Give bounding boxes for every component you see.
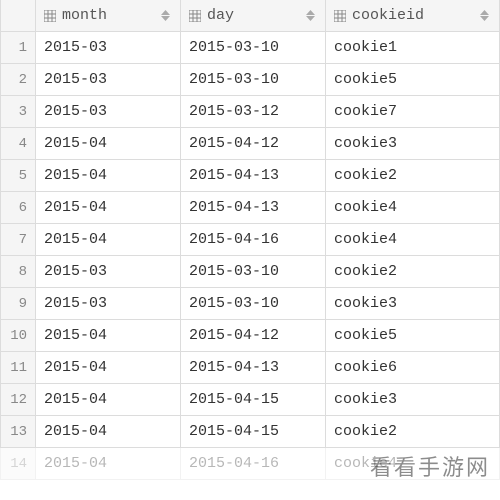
cell-cookieid[interactable]: cookie2: [326, 160, 500, 192]
cell-cookieid[interactable]: cookie6: [326, 352, 500, 384]
cell-month[interactable]: 2015-04: [36, 448, 181, 480]
cell-day[interactable]: 2015-04-12: [181, 320, 326, 352]
watermark-text: 看看手游网: [370, 450, 490, 482]
row-number[interactable]: 1: [0, 32, 36, 64]
cell-day[interactable]: 2015-04-13: [181, 160, 326, 192]
cell-day[interactable]: 2015-03-10: [181, 256, 326, 288]
data-table: month day: [0, 0, 500, 480]
column-header-month[interactable]: month: [36, 0, 181, 32]
column-header-day[interactable]: day: [181, 0, 326, 32]
cell-day[interactable]: 2015-04-15: [181, 416, 326, 448]
cell-cookieid[interactable]: cookie4: [326, 192, 500, 224]
cell-month[interactable]: 2015-04: [36, 224, 181, 256]
row-number[interactable]: 4: [0, 128, 36, 160]
cell-cookieid[interactable]: cookie4: [326, 224, 500, 256]
cell-month[interactable]: 2015-04: [36, 352, 181, 384]
cell-day[interactable]: 2015-03-10: [181, 64, 326, 96]
row-number[interactable]: 5: [0, 160, 36, 192]
cell-day[interactable]: 2015-04-13: [181, 192, 326, 224]
row-number[interactable]: 6: [0, 192, 36, 224]
table-icon: [334, 10, 346, 22]
sort-icon[interactable]: [161, 10, 170, 21]
column-header-label: cookieid: [352, 7, 424, 24]
cell-month[interactable]: 2015-03: [36, 96, 181, 128]
column-header-label: month: [62, 7, 107, 24]
cell-month[interactable]: 2015-04: [36, 128, 181, 160]
row-number[interactable]: 8: [0, 256, 36, 288]
column-header-label: day: [207, 7, 234, 24]
cell-cookieid[interactable]: cookie3: [326, 384, 500, 416]
row-number[interactable]: 3: [0, 96, 36, 128]
row-number[interactable]: 14: [0, 448, 36, 480]
row-number[interactable]: 13: [0, 416, 36, 448]
cell-month[interactable]: 2015-04: [36, 160, 181, 192]
cell-month[interactable]: 2015-03: [36, 256, 181, 288]
cell-month[interactable]: 2015-03: [36, 288, 181, 320]
cell-day[interactable]: 2015-04-16: [181, 448, 326, 480]
cell-month[interactable]: 2015-04: [36, 192, 181, 224]
cell-cookieid[interactable]: cookie5: [326, 64, 500, 96]
row-number[interactable]: 7: [0, 224, 36, 256]
row-number[interactable]: 10: [0, 320, 36, 352]
cell-day[interactable]: 2015-03-10: [181, 32, 326, 64]
table-icon: [44, 10, 56, 22]
cell-cookieid[interactable]: cookie3: [326, 288, 500, 320]
cell-day[interactable]: 2015-04-13: [181, 352, 326, 384]
cell-month[interactable]: 2015-04: [36, 320, 181, 352]
sort-icon[interactable]: [480, 10, 489, 21]
cell-cookieid[interactable]: cookie7: [326, 96, 500, 128]
cell-day[interactable]: 2015-03-12: [181, 96, 326, 128]
column-header-cookieid[interactable]: cookieid: [326, 0, 500, 32]
cell-month[interactable]: 2015-03: [36, 32, 181, 64]
table-icon: [189, 10, 201, 22]
row-number[interactable]: 12: [0, 384, 36, 416]
sort-icon[interactable]: [306, 10, 315, 21]
cell-day[interactable]: 2015-03-10: [181, 288, 326, 320]
cell-day[interactable]: 2015-04-15: [181, 384, 326, 416]
cell-month[interactable]: 2015-04: [36, 416, 181, 448]
cell-cookieid[interactable]: cookie5: [326, 320, 500, 352]
cell-cookieid[interactable]: cookie2: [326, 416, 500, 448]
cell-cookieid[interactable]: cookie2: [326, 256, 500, 288]
row-number[interactable]: 9: [0, 288, 36, 320]
row-number[interactable]: 2: [0, 64, 36, 96]
cell-cookieid[interactable]: cookie3: [326, 128, 500, 160]
cell-cookieid[interactable]: cookie1: [326, 32, 500, 64]
cell-month[interactable]: 2015-04: [36, 384, 181, 416]
cell-day[interactable]: 2015-04-16: [181, 224, 326, 256]
cell-day[interactable]: 2015-04-12: [181, 128, 326, 160]
row-number[interactable]: 11: [0, 352, 36, 384]
cell-month[interactable]: 2015-03: [36, 64, 181, 96]
rownum-header: [0, 0, 36, 32]
